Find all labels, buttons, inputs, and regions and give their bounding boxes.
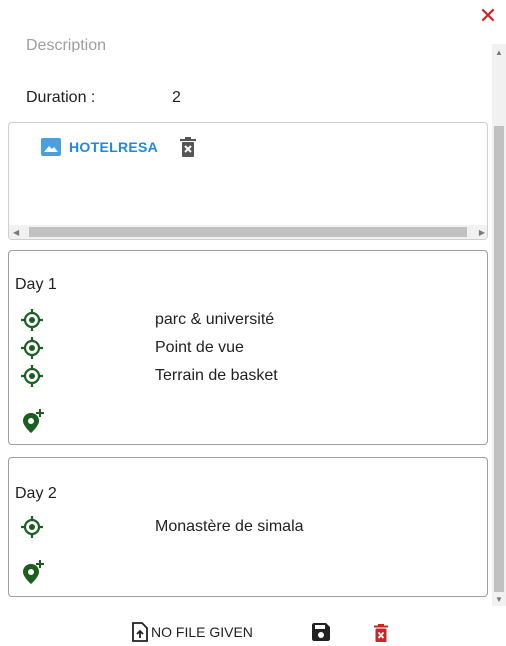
horizontal-scroll-thumb[interactable] (29, 227, 467, 237)
place-name: Monastère de simala (155, 518, 304, 535)
duration-row: Duration : 2 (26, 86, 181, 110)
add-location-icon[interactable] (22, 560, 44, 584)
duration-label: Duration : (26, 89, 96, 106)
attachment-item: HOTELRESA (41, 137, 197, 157)
image-icon (41, 138, 61, 156)
attachments-box: HOTELRESA ◀ ▶ (8, 122, 488, 240)
place-item[interactable]: Point de vue (21, 337, 244, 359)
close-button[interactable]: ✕ (478, 6, 498, 28)
target-location-icon (21, 337, 43, 359)
scroll-up-icon[interactable]: ▲ (495, 48, 503, 57)
target-location-icon (21, 365, 43, 387)
delete-attachment-icon[interactable] (180, 137, 197, 157)
delete-trip-icon[interactable] (374, 624, 388, 642)
scroll-right-icon[interactable]: ▶ (479, 228, 485, 237)
place-item[interactable]: Terrain de basket (21, 365, 278, 387)
vertical-scroll-thumb[interactable] (494, 126, 504, 592)
place-item[interactable]: parc & université (21, 309, 274, 331)
footer-toolbar: NO FILE GIVEN (0, 620, 506, 646)
place-name: Terrain de basket (155, 367, 278, 384)
horizontal-scrollbar[interactable]: ◀ ▶ (9, 225, 487, 239)
upload-label: NO FILE GIVEN (151, 624, 253, 640)
target-location-icon (21, 516, 43, 538)
duration-value[interactable]: 2 (172, 86, 181, 110)
place-name: parc & université (155, 311, 275, 328)
place-item[interactable]: Monastère de simala (21, 516, 304, 538)
day-title: Day 1 (15, 276, 57, 293)
file-upload-icon (132, 622, 148, 642)
day-title: Day 2 (15, 485, 57, 502)
add-location-icon[interactable] (22, 409, 44, 433)
save-icon[interactable] (312, 623, 330, 641)
day-card: Day 1 parc & université Point de vue Ter… (8, 250, 488, 445)
form-scroll-area: Description Duration : 2 HOTELRESA ◀ ▶ D… (0, 34, 506, 606)
day-card: Day 2 Monastère de simala (8, 457, 488, 597)
scroll-left-icon[interactable]: ◀ (13, 228, 19, 237)
place-name: Point de vue (155, 339, 244, 356)
upload-file-button[interactable]: NO FILE GIVEN (132, 622, 253, 642)
scroll-down-icon[interactable]: ▼ (495, 595, 503, 604)
target-location-icon (21, 309, 43, 331)
description-field[interactable]: Description (26, 34, 106, 52)
vertical-scrollbar[interactable]: ▲ ▼ (492, 44, 506, 606)
attachment-name[interactable]: HOTELRESA (69, 139, 158, 155)
